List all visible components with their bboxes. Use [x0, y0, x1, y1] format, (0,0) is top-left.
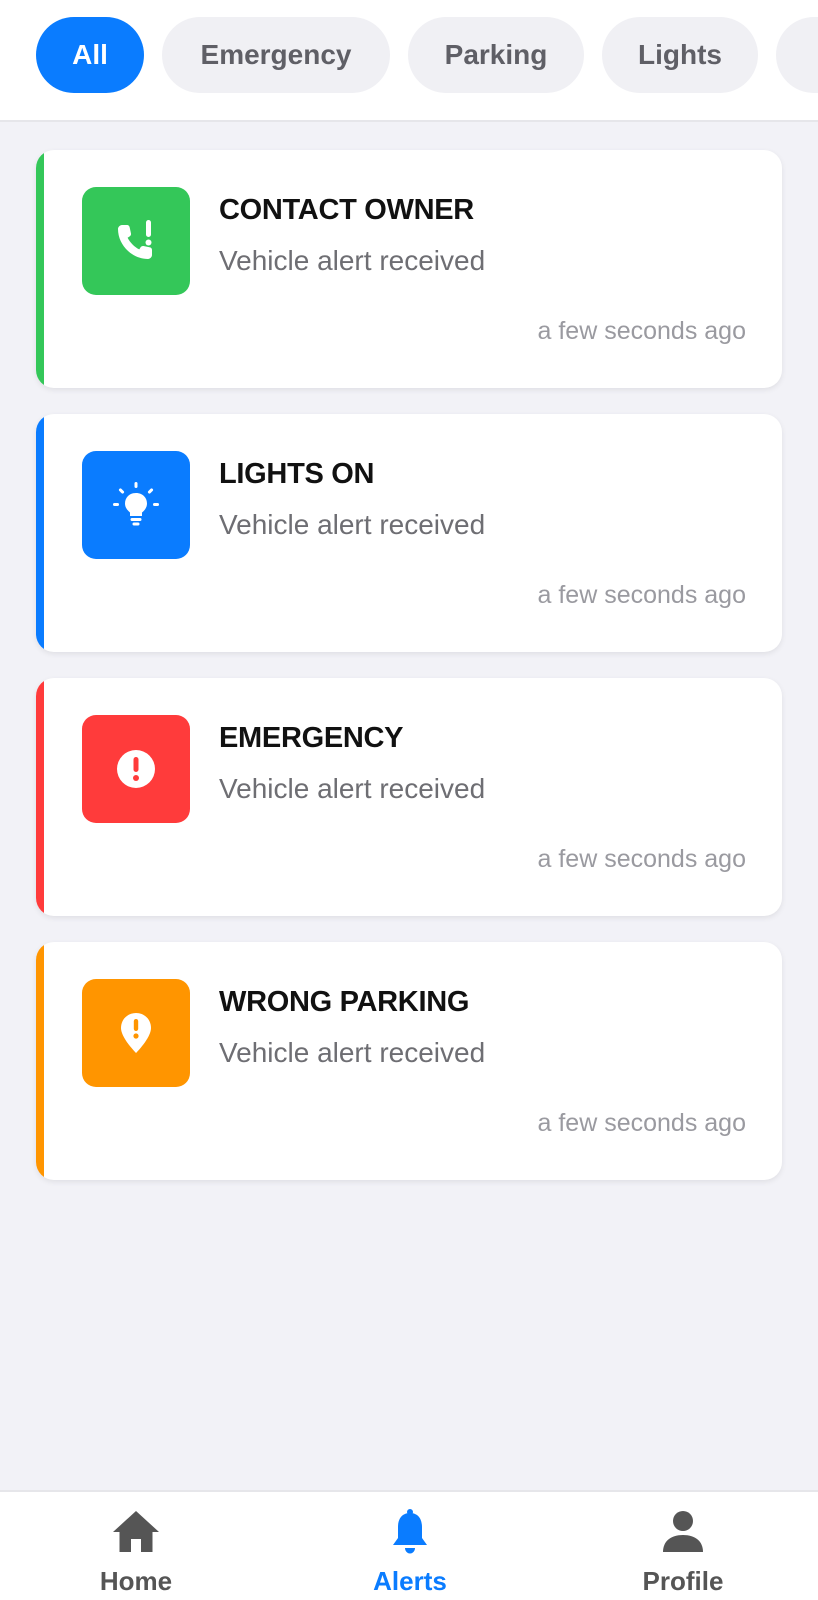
location-alert-icon [121, 1013, 151, 1053]
alert-accent-bar [36, 942, 44, 1180]
alert-timestamp: a few seconds ago [537, 1109, 746, 1137]
filter-chip-lights[interactable]: Lights [602, 17, 758, 93]
alert-timestamp: a few seconds ago [537, 845, 746, 873]
alert-card-emergency[interactable]: EMERGENCY Vehicle alert received a few s… [36, 678, 782, 916]
person-icon [663, 1511, 703, 1552]
alert-subtitle: Vehicle alert received [219, 245, 486, 276]
home-icon [113, 1511, 159, 1552]
nav-home-label: Home [99, 1566, 173, 1596]
alert-icon-box [82, 187, 190, 295]
filter-chip-emergency[interactable]: Emergency [162, 17, 390, 93]
alert-card-contact-owner[interactable]: CONTACT OWNER Vehicle alert received a f… [36, 150, 782, 388]
bottom-nav: Home Alerts Profile [0, 1490, 818, 1600]
lightbulb-icon [113, 482, 159, 526]
alert-subtitle: Vehicle alert received [219, 509, 486, 540]
filter-chip-all[interactable]: All [36, 17, 144, 93]
alert-icon-box [82, 979, 190, 1087]
filter-chip-parking[interactable]: Parking [408, 17, 584, 93]
alert-accent-bar [36, 150, 44, 388]
alert-icon-box [82, 451, 190, 559]
phone-alert-icon [118, 220, 152, 259]
nav-profile[interactable]: Profile [583, 1492, 783, 1600]
alert-icon-box [82, 715, 190, 823]
bell-icon [393, 1509, 427, 1554]
alert-subtitle: Vehicle alert received [219, 773, 486, 804]
alert-card-wrong-parking[interactable]: WRONG PARKING Vehicle alert received a f… [36, 942, 782, 1180]
alert-title: EMERGENCY [219, 722, 404, 754]
alert-accent-bar [36, 678, 44, 916]
alert-timestamp: a few seconds ago [537, 581, 746, 609]
alert-list: CONTACT OWNER Vehicle alert received a f… [36, 150, 782, 1206]
nav-home[interactable]: Home [36, 1492, 236, 1600]
filter-chip-more[interactable] [776, 17, 818, 93]
nav-alerts[interactable]: Alerts [310, 1492, 510, 1600]
nav-profile-label: Profile [642, 1566, 724, 1596]
alert-timestamp: a few seconds ago [537, 317, 746, 345]
filter-chips: All Emergency Parking Lights [36, 17, 818, 93]
alert-subtitle: Vehicle alert received [219, 1037, 486, 1068]
alert-title: WRONG PARKING [219, 986, 470, 1018]
alert-title: CONTACT OWNER [219, 194, 474, 226]
alert-card-lights-on[interactable]: LIGHTS ON Vehicle alert received a few s… [36, 414, 782, 652]
alert-title: LIGHTS ON [219, 458, 375, 490]
alert-accent-bar [36, 414, 44, 652]
exclamation-circle-icon [117, 750, 155, 788]
filter-bar: All Emergency Parking Lights [0, 0, 818, 122]
nav-alerts-label: Alerts [373, 1566, 447, 1596]
